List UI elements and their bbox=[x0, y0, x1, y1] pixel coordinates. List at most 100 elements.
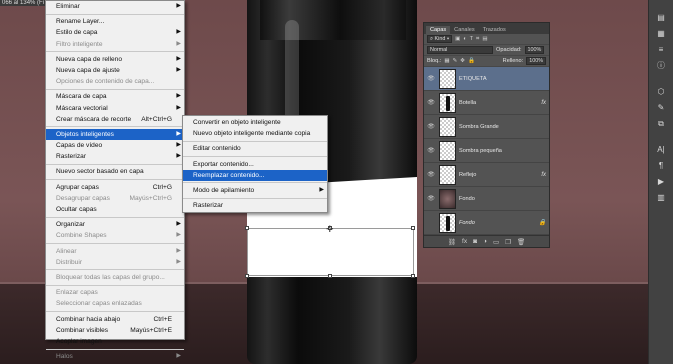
transform-handle[interactable] bbox=[328, 274, 332, 278]
layer-name[interactable]: ETIQUETA bbox=[459, 76, 549, 82]
menu-item[interactable]: Eliminar ▶ bbox=[46, 1, 184, 12]
layer-row[interactable]: 👁 Reflejo fx bbox=[424, 163, 549, 187]
layer-row[interactable]: 👁 Botella fx bbox=[424, 91, 549, 115]
folder-icon[interactable]: ▭ bbox=[493, 238, 499, 246]
layer-row[interactable]: Fondo 🔒 bbox=[424, 211, 549, 235]
transform-handle[interactable] bbox=[245, 226, 249, 230]
transform-handle[interactable] bbox=[245, 274, 249, 278]
menu-item[interactable]: Acoplar imagen bbox=[46, 336, 184, 347]
layer-effects-icon[interactable]: fx bbox=[541, 100, 549, 106]
visibility-eye-icon[interactable]: 👁 bbox=[426, 147, 436, 154]
menu-item-label: Nueva capa de ajuste bbox=[56, 66, 120, 74]
blend-mode-select[interactable]: Normal bbox=[427, 46, 493, 54]
layer-effects-icon[interactable]: fx bbox=[541, 172, 549, 178]
3d-icon[interactable]: ⬡ bbox=[649, 84, 673, 100]
trash-icon[interactable]: 🗑 bbox=[517, 238, 525, 246]
menu-separator bbox=[46, 126, 184, 128]
menu-item[interactable]: Máscara de capa ▶ bbox=[46, 91, 184, 102]
menu-item[interactable]: Nueva capa de relleno ▶ bbox=[46, 54, 184, 65]
menu-item[interactable]: Organizar ▶ bbox=[46, 219, 184, 230]
menu-item[interactable]: Rename Layer... bbox=[46, 16, 184, 27]
layer-name[interactable]: Fondo bbox=[459, 220, 536, 226]
adjustment-icon[interactable]: ◑ bbox=[483, 238, 487, 245]
layer-thumbnail bbox=[439, 164, 456, 185]
timeline-icon[interactable]: ▶ bbox=[649, 174, 673, 190]
info-icon[interactable]: ⓘ bbox=[649, 58, 673, 74]
menu-item[interactable]: Nuevo objeto inteligente mediante copia bbox=[183, 128, 327, 139]
menu-item[interactable]: Ocultar capas bbox=[46, 204, 184, 215]
link-icon[interactable]: ⛓ bbox=[448, 238, 456, 246]
brush-icon[interactable]: ✎ bbox=[649, 100, 673, 116]
opacity-input[interactable]: 100% bbox=[524, 46, 545, 54]
document-title: 066 al 134% (Fi bbox=[0, 0, 48, 6]
menu-item[interactable]: Convertir en objeto inteligente bbox=[183, 117, 327, 128]
tab-canales[interactable]: Canales bbox=[450, 26, 479, 34]
tab-trazados[interactable]: Trazados bbox=[479, 26, 510, 34]
visibility-eye-icon[interactable]: 👁 bbox=[426, 171, 436, 178]
menu-item[interactable]: Modo de apilamiento ▶ bbox=[183, 185, 327, 196]
layer-row[interactable]: 👁 Fondo bbox=[424, 187, 549, 211]
layer-name[interactable]: Reflejo bbox=[459, 172, 538, 178]
menu-item[interactable]: Agrupar capas Ctrl+G bbox=[46, 182, 184, 193]
transform-handle[interactable] bbox=[411, 274, 415, 278]
tab-capas[interactable]: Capas bbox=[426, 26, 451, 34]
swatches-icon[interactable]: ▦ bbox=[649, 26, 673, 42]
menu-item[interactable]: Combinar visibles Mayús+Ctrl+E bbox=[46, 325, 184, 336]
paragraph-icon[interactable]: ¶ bbox=[649, 158, 673, 174]
transform-frame[interactable] bbox=[247, 228, 414, 276]
submenu-arrow-icon: ▶ bbox=[176, 142, 181, 149]
layer-name[interactable]: Sombra Grande bbox=[459, 124, 549, 130]
submenu-arrow-icon: ▶ bbox=[176, 66, 181, 73]
menu-item[interactable]: Objetos inteligentes ▶ bbox=[46, 128, 184, 141]
fx-icon[interactable]: fx bbox=[462, 238, 467, 245]
menu-item-label: Filtro inteligente bbox=[56, 40, 103, 48]
kind-filter[interactable]: ⌕ Kind ▾ bbox=[427, 35, 453, 43]
submenu-arrow-icon: ▶ bbox=[176, 247, 181, 254]
properties-icon[interactable]: ▥ bbox=[649, 190, 673, 206]
filter-icons[interactable]: ▣◐T⌗▤ bbox=[455, 36, 491, 43]
layer-name[interactable]: Sombra pequeña bbox=[459, 148, 549, 154]
menu-separator bbox=[46, 179, 184, 181]
visibility-eye-icon[interactable]: 👁 bbox=[426, 195, 436, 202]
menu-item-label: Halos bbox=[56, 353, 73, 361]
layer-name[interactable]: Botella bbox=[459, 100, 538, 106]
menu-item-label: Opciones de contenido de capa... bbox=[56, 78, 155, 86]
new-layer-icon[interactable]: ❐ bbox=[505, 238, 511, 246]
transform-handle[interactable] bbox=[411, 226, 415, 230]
menu-item[interactable]: Nuevo sector basado en capa bbox=[46, 166, 184, 177]
menu-shortcut: Mayús+Ctrl+G bbox=[129, 194, 172, 202]
menu-item[interactable]: Nueva capa de ajuste ▶ bbox=[46, 65, 184, 76]
menu-item[interactable]: Editar contenido bbox=[183, 143, 327, 154]
menu-item[interactable]: Rasterizar bbox=[183, 200, 327, 211]
adjustments-icon[interactable]: ≡ bbox=[649, 42, 673, 58]
visibility-eye-icon[interactable]: 👁 bbox=[426, 75, 436, 82]
visibility-eye-icon[interactable]: 👁 bbox=[426, 123, 436, 130]
menu-item[interactable]: Reemplazar contenido... bbox=[183, 169, 327, 181]
menu-item[interactable]: Estilo de capa ▶ bbox=[46, 27, 184, 38]
menu-item-label: Desagrupar capas bbox=[56, 194, 110, 202]
menu-item[interactable]: Combinar hacia abajo Ctrl+E bbox=[46, 314, 184, 325]
layer-row[interactable]: 👁 Sombra Grande bbox=[424, 115, 549, 139]
mask-icon[interactable]: ◙ bbox=[473, 238, 477, 245]
menu-item-label: Estilo de capa bbox=[56, 29, 98, 37]
menu-item-label: Objetos inteligentes bbox=[56, 130, 114, 138]
menu-item-label: Máscara vectorial bbox=[56, 104, 108, 112]
opacity-label: Opacidad: bbox=[496, 47, 522, 53]
menu-item-label: Combinar hacia abajo bbox=[56, 315, 121, 323]
fill-input[interactable]: 100% bbox=[526, 57, 546, 65]
menu-item[interactable]: Máscara vectorial ▶ bbox=[46, 103, 184, 114]
menu-separator bbox=[46, 163, 184, 165]
layer-name[interactable]: Fondo bbox=[459, 196, 549, 202]
menu-item[interactable]: Rasterizar ▶ bbox=[46, 151, 184, 162]
clone-icon[interactable]: ⧉ bbox=[649, 116, 673, 132]
visibility-eye-icon[interactable]: 👁 bbox=[426, 99, 436, 106]
menu-item-label: Capas de vídeo bbox=[56, 142, 103, 150]
menu-item[interactable]: Crear máscara de recorte Alt+Ctrl+G bbox=[46, 114, 184, 125]
character-icon[interactable]: A| bbox=[649, 142, 673, 158]
history-icon[interactable]: ▤ bbox=[649, 10, 673, 26]
lock-icons[interactable]: ▦✎✥🔒 bbox=[444, 58, 478, 64]
layer-row[interactable]: 👁 ETIQUETA bbox=[424, 67, 549, 91]
menu-item[interactable]: Capas de vídeo ▶ bbox=[46, 140, 184, 151]
layer-row[interactable]: 👁 Sombra pequeña bbox=[424, 139, 549, 163]
menu-item[interactable]: Exportar contenido... bbox=[183, 159, 327, 170]
